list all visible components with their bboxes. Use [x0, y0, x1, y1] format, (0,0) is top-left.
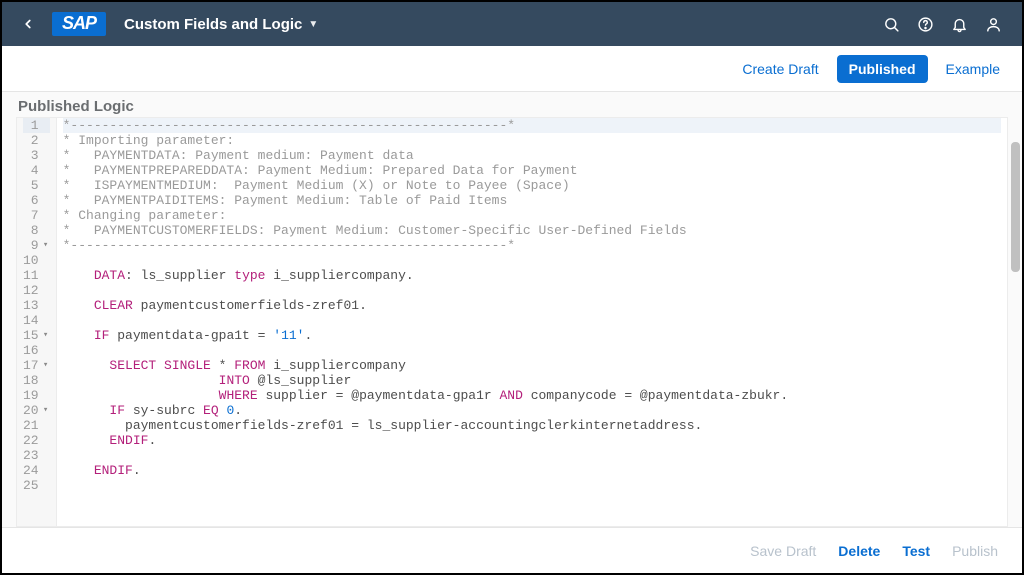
sap-logo: SAP — [52, 12, 106, 36]
code-line[interactable]: * Changing parameter: — [63, 208, 1001, 223]
gutter-line: 6 — [23, 193, 50, 208]
fold-toggle-icon[interactable]: ▾ — [42, 328, 50, 343]
code-line[interactable]: ENDIF. — [63, 463, 1001, 478]
code-line[interactable]: IF paymentdata-gpa1t = '11'. — [63, 328, 1001, 343]
code-line[interactable]: * PAYMENTCUSTOMERFIELDS: Payment Medium:… — [63, 223, 1001, 238]
gutter-line: 15▾ — [23, 328, 50, 343]
code-line[interactable]: *---------------------------------------… — [63, 118, 1001, 133]
gutter-line: 5 — [23, 178, 50, 193]
footer-toolbar: Save Draft Delete Test Publish — [2, 527, 1022, 573]
code-line[interactable]: * PAYMENTPAIDITEMS: Payment Medium: Tabl… — [63, 193, 1001, 208]
gutter-line: 23 — [23, 448, 50, 463]
scrollbar-thumb[interactable] — [1011, 142, 1020, 272]
code-line[interactable]: CLEAR paymentcustomerfields-zref01. — [63, 298, 1001, 313]
gutter-line: 11 — [23, 268, 50, 283]
gutter-line: 7 — [23, 208, 50, 223]
shell-title[interactable]: Custom Fields and Logic ▼ — [124, 16, 318, 33]
code-line[interactable]: paymentcustomerfields-zref01 = ls_suppli… — [63, 418, 1001, 433]
gutter-line: 10 — [23, 253, 50, 268]
gutter-line: 13 — [23, 298, 50, 313]
publish-button: Publish — [952, 543, 998, 559]
delete-button[interactable]: Delete — [838, 543, 880, 559]
gutter-line: 16 — [23, 343, 50, 358]
help-icon[interactable] — [908, 7, 942, 41]
code-line[interactable] — [63, 253, 1001, 268]
chevron-down-icon: ▼ — [308, 19, 318, 30]
gutter-line: 21 — [23, 418, 50, 433]
gutter-line: 18 — [23, 373, 50, 388]
gutter-line: 19 — [23, 388, 50, 403]
code-line[interactable] — [63, 343, 1001, 358]
gutter-line: 14 — [23, 313, 50, 328]
gutter-line: 24 — [23, 463, 50, 478]
code-editor[interactable]: 123456789▾101112131415▾1617▾181920▾21222… — [16, 117, 1008, 527]
code-line[interactable]: INTO @ls_supplier — [63, 373, 1001, 388]
test-button[interactable]: Test — [902, 543, 930, 559]
fold-toggle-icon[interactable]: ▾ — [42, 238, 50, 253]
code-line[interactable]: DATA: ls_supplier type i_suppliercompany… — [63, 268, 1001, 283]
section-title: Published Logic — [18, 98, 1008, 115]
code-line[interactable]: IF sy-subrc EQ 0. — [63, 403, 1001, 418]
code-line[interactable]: * PAYMENTPREPAREDDATA: Payment Medium: P… — [63, 163, 1001, 178]
code-line[interactable] — [63, 478, 1001, 493]
gutter-line: 8 — [23, 223, 50, 238]
code-line[interactable]: ENDIF. — [63, 433, 1001, 448]
gutter-line: 2 — [23, 133, 50, 148]
code-line[interactable]: WHERE supplier = @paymentdata-gpa1r AND … — [63, 388, 1001, 403]
save-draft-button: Save Draft — [750, 543, 816, 559]
notification-icon[interactable] — [942, 7, 976, 41]
code-line[interactable]: * Importing parameter: — [63, 133, 1001, 148]
shell-title-text: Custom Fields and Logic — [124, 16, 302, 33]
code-line[interactable] — [63, 283, 1001, 298]
action-bar: Create Draft Published Example — [2, 46, 1022, 92]
code-line[interactable]: SELECT SINGLE * FROM i_suppliercompany — [63, 358, 1001, 373]
example-button[interactable]: Example — [946, 61, 1000, 77]
gutter-line: 25 — [23, 478, 50, 493]
code-line[interactable]: *---------------------------------------… — [63, 238, 1001, 253]
shell-header: SAP Custom Fields and Logic ▼ — [2, 2, 1022, 46]
editor-gutter: 123456789▾101112131415▾1617▾181920▾21222… — [17, 118, 57, 526]
gutter-line: 20▾ — [23, 403, 50, 418]
gutter-line: 9▾ — [23, 238, 50, 253]
code-line[interactable]: * PAYMENTDATA: Payment medium: Payment d… — [63, 148, 1001, 163]
code-line[interactable] — [63, 448, 1001, 463]
gutter-line: 4 — [23, 163, 50, 178]
published-button[interactable]: Published — [837, 55, 928, 83]
gutter-line: 17▾ — [23, 358, 50, 373]
user-icon[interactable] — [976, 7, 1010, 41]
published-logic-section: Published Logic 123456789▾101112131415▾1… — [2, 92, 1022, 527]
back-button[interactable] — [14, 10, 42, 38]
gutter-line: 3 — [23, 148, 50, 163]
gutter-line: 1 — [23, 118, 50, 133]
editor-code[interactable]: *---------------------------------------… — [57, 118, 1007, 526]
fold-toggle-icon[interactable]: ▾ — [42, 358, 50, 373]
gutter-line: 12 — [23, 283, 50, 298]
fold-toggle-icon[interactable]: ▾ — [42, 403, 50, 418]
gutter-line: 22 — [23, 433, 50, 448]
code-line[interactable] — [63, 313, 1001, 328]
create-draft-button[interactable]: Create Draft — [742, 61, 818, 77]
code-line[interactable]: * ISPAYMENTMEDIUM: Payment Medium (X) or… — [63, 178, 1001, 193]
sap-logo-text: SAP — [52, 12, 106, 36]
search-icon[interactable] — [874, 7, 908, 41]
